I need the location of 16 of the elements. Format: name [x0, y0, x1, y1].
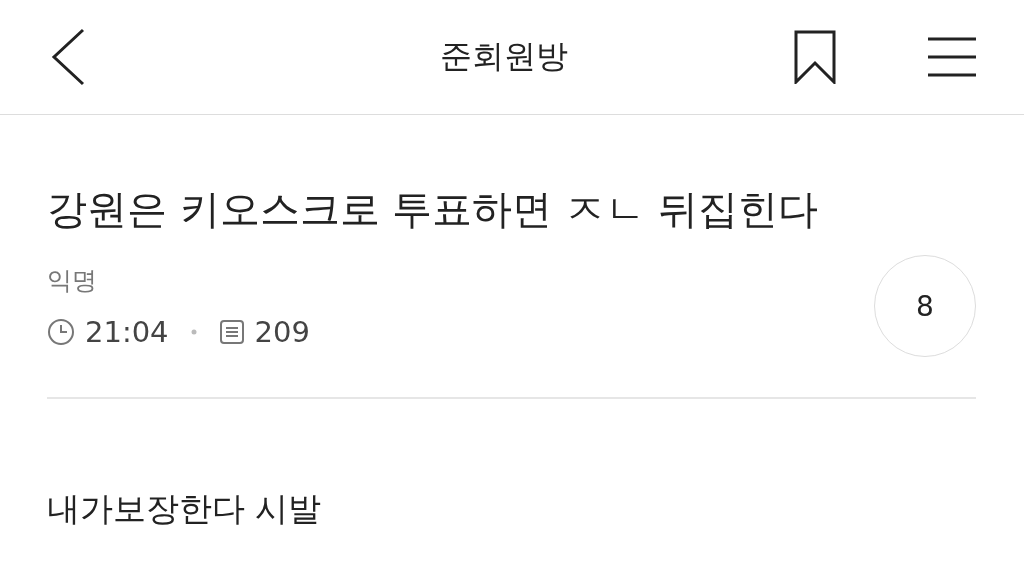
back-chevron-icon — [50, 28, 86, 86]
document-icon — [218, 318, 245, 345]
bookmark-icon — [794, 30, 836, 84]
bookmark-button[interactable] — [794, 30, 836, 84]
post-time: 21:04 — [85, 314, 169, 349]
page-title: 준회원방 — [440, 36, 568, 77]
author-name: 익명 — [47, 264, 98, 297]
post-body: 내가보장한다 시발 — [47, 488, 323, 530]
back-button[interactable] — [50, 28, 86, 86]
clock-icon — [47, 317, 75, 346]
separator-dot-icon — [190, 328, 197, 335]
view-count: 209 — [254, 314, 310, 349]
menu-button[interactable] — [928, 37, 976, 77]
menu-icon — [928, 37, 976, 77]
comment-count-button[interactable]: 8 — [874, 255, 976, 357]
post-title: 강원은 키오스크로 투표하면 ㅈㄴ 뒤집힌다 — [47, 185, 819, 234]
